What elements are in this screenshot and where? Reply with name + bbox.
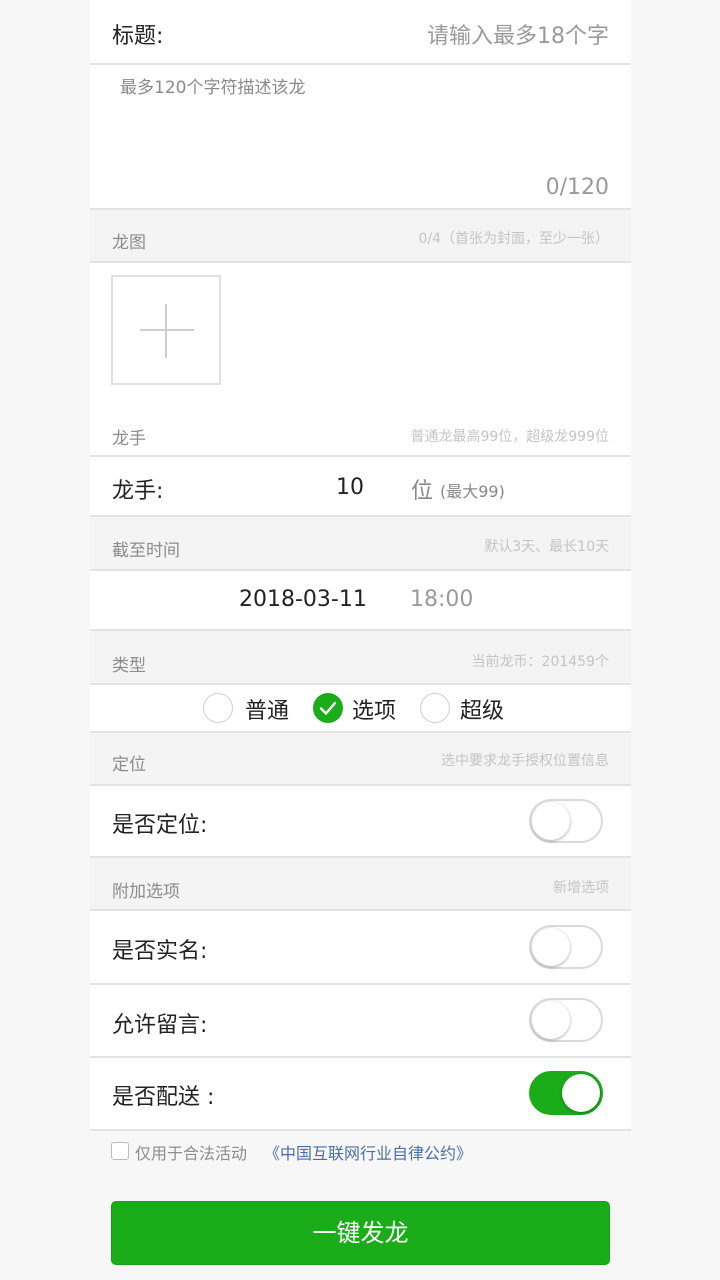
description-input[interactable]: 最多120个字符描述该龙 0/120 [90,65,631,210]
participants-unit: 位 [411,479,434,504]
deadline-time[interactable]: 18:00 [410,587,473,612]
participants-max-note: (最大99) [440,482,505,501]
participants-label: 龙手: [112,479,164,504]
images-header-hint: 0/4（首张为封面，至少一张） [418,231,609,247]
participants-header-hint: 普通龙最高99位，超级龙999位 [410,429,609,445]
comments-toggle[interactable] [529,998,603,1042]
radio-unchecked-icon [203,693,233,723]
participants-header-label: 龙手 [112,429,146,449]
toggle-knob [532,928,570,966]
type-header-hint: 当前龙币：201459个 [471,654,609,670]
extras-header: 附加选项 新增选项 [90,858,631,911]
type-option-label: 超级 [460,699,505,724]
comments-row: 允许留言: [90,985,631,1058]
agreement-link[interactable]: 《中国互联网行业自律公约》 [264,1140,472,1164]
comments-label: 允许留言: [112,1013,208,1038]
description-counter: 0/120 [545,175,609,200]
deadline-header: 截至时间 默认3天、最长10天 [90,517,631,571]
type-option-label: 选项 [352,699,397,724]
title-label: 标题: [112,24,164,49]
submit-button[interactable]: 一键发龙 [111,1201,610,1265]
description-placeholder: 最多120个字符描述该龙 [120,78,306,98]
type-option-label: 普通 [245,699,290,724]
deadline-header-label: 截至时间 [112,541,180,561]
images-header: 龙图 0/4（首张为封面，至少一张） [90,210,631,263]
type-header: 类型 当前龙币：201459个 [90,631,631,685]
publish-form: 标题: 请输入最多18个字 最多120个字符描述该龙 0/120 龙图 0/4（… [90,0,631,1280]
plus-icon [140,304,194,358]
add-image-button[interactable] [111,275,221,385]
location-header-label: 定位 [112,755,146,775]
toggle-knob [562,1074,600,1112]
agreement-row: 仅用于合法活动 《中国互联网行业自律公约》 [90,1131,631,1176]
location-label: 是否定位: [112,813,208,838]
realname-toggle[interactable] [529,925,603,969]
type-header-label: 类型 [112,656,146,676]
participants-input[interactable]: 10 [336,475,364,500]
location-toggle[interactable] [529,799,603,843]
type-options: 普通 选项 超级 [90,685,631,733]
location-header: 定位 选中要求龙手授权位置信息 [90,733,631,786]
toggle-knob [532,802,570,840]
realname-label: 是否实名: [112,939,208,964]
participants-header: 龙手 普通龙最高99位，超级龙999位 [90,408,631,457]
delivery-label: 是否配送 : [112,1085,215,1110]
check-icon [319,701,336,715]
deadline-header-hint: 默认3天、最长10天 [484,539,609,555]
radio-checked-icon [313,693,343,723]
delivery-toggle[interactable] [529,1071,603,1115]
agreement-checkbox[interactable] [111,1142,129,1160]
images-area [90,263,631,408]
toggle-knob [532,1001,570,1039]
participants-row: 龙手: 10 位 (最大99) [90,457,631,517]
title-row: 标题: 请输入最多18个字 [90,0,631,65]
images-header-label: 龙图 [112,233,146,253]
extras-header-hint: 新增选项 [553,880,609,896]
location-header-hint: 选中要求龙手授权位置信息 [441,753,609,769]
extras-header-label: 附加选项 [112,882,180,902]
realname-row: 是否实名: [90,911,631,985]
location-row: 是否定位: [90,786,631,858]
title-input[interactable]: 请输入最多18个字 [427,18,609,50]
delivery-row: 是否配送 : [90,1058,631,1131]
radio-unchecked-icon [420,693,450,723]
agreement-text: 仅用于合法活动 [135,1144,248,1163]
deadline-row: 2018-03-11 18:00 [90,571,631,631]
deadline-date[interactable]: 2018-03-11 [239,587,367,612]
